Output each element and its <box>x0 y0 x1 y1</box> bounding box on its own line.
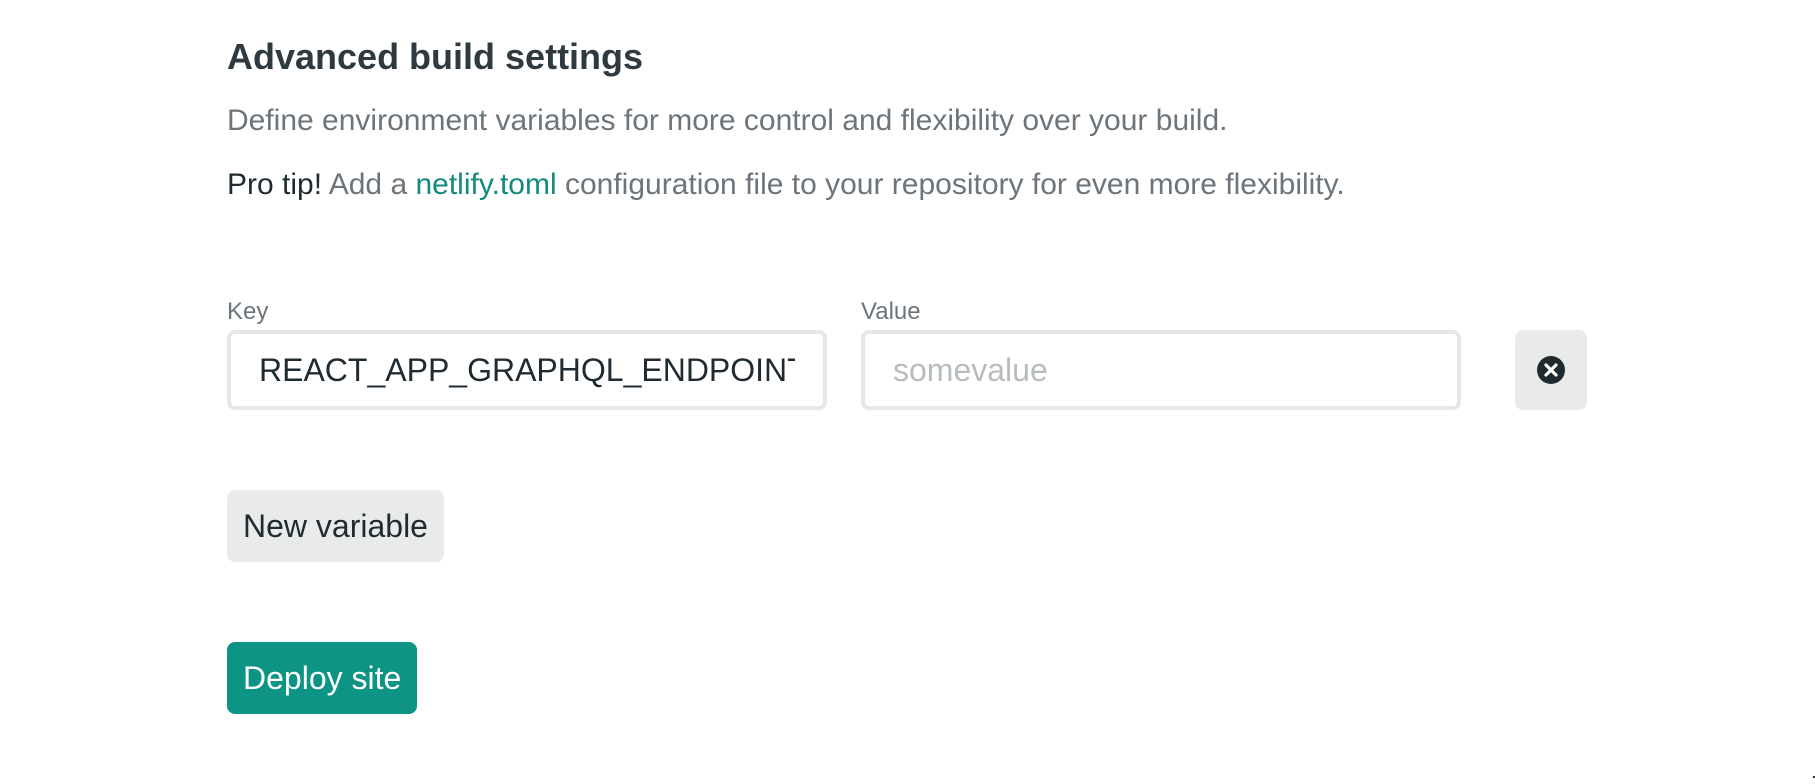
new-variable-button[interactable]: New variable <box>227 490 444 562</box>
key-input[interactable] <box>227 330 827 410</box>
pro-tip-label: Pro tip! <box>227 168 323 201</box>
deploy-site-button[interactable]: Deploy site <box>227 642 418 714</box>
value-label: Value <box>861 298 921 325</box>
page: Advanced build settings Define environme… <box>0 0 1815 784</box>
section-title: Advanced build settings <box>227 36 644 77</box>
pro-tip-text-after: configuration file to your repository fo… <box>556 168 1345 201</box>
key-label: Key <box>227 298 269 325</box>
close-circle-icon <box>1537 356 1565 384</box>
pro-tip-text-before: Add a <box>322 168 416 201</box>
pro-tip: Pro tip! Add a netlify.toml configuratio… <box>227 168 1345 202</box>
section-description: Define environment variables for more co… <box>227 104 1228 137</box>
delete-variable-button[interactable] <box>1515 330 1587 410</box>
value-input[interactable] <box>861 330 1461 410</box>
netlify-toml-link[interactable]: netlify.toml <box>415 168 556 201</box>
